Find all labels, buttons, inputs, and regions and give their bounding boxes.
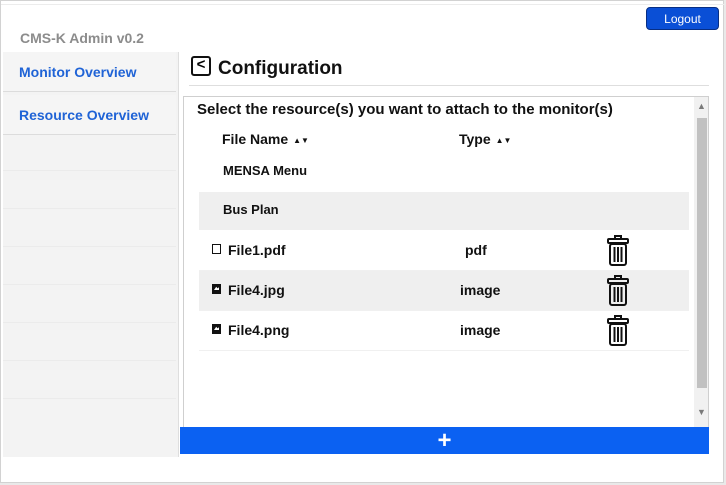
sidebar-divider <box>3 322 176 323</box>
title-divider <box>189 85 709 86</box>
trash-icon[interactable] <box>606 235 630 267</box>
scroll-up-icon[interactable]: ▲ <box>697 101 706 111</box>
image-icon <box>212 284 221 294</box>
scroll-thumb[interactable] <box>697 118 707 388</box>
sort-icon: ▲▼ <box>293 136 309 145</box>
file-name: File4.png <box>228 322 290 338</box>
folder-row[interactable]: Bus Plan <box>199 192 689 230</box>
app-window: CMS-K Admin v0.2 Logout Monitor Overview… <box>0 0 725 483</box>
document-icon <box>212 244 221 254</box>
file-type: image <box>460 282 501 298</box>
sidebar-item-resource-overview[interactable]: Resource Overview <box>3 95 176 135</box>
file-name: File4.jpg <box>228 282 285 298</box>
panel-heading: Select the resource(s) you want to attac… <box>197 101 613 118</box>
sidebar-divider <box>3 246 176 247</box>
logout-button[interactable]: Logout <box>646 7 719 30</box>
column-header-type[interactable]: Type ▲▼ <box>459 131 511 147</box>
sidebar-divider <box>3 360 176 361</box>
file-row[interactable]: File4.png image <box>199 311 689 351</box>
sidebar-item-monitor-overview[interactable]: Monitor Overview <box>3 52 176 92</box>
sidebar-divider <box>3 284 176 285</box>
app-title: CMS-K Admin v0.2 <box>20 30 144 46</box>
sidebar-divider <box>3 170 176 171</box>
trash-icon[interactable] <box>606 315 630 347</box>
file-name: File1.pdf <box>228 242 286 258</box>
folder-row[interactable]: MENSA Menu <box>199 153 689 191</box>
scroll-down-icon[interactable]: ▼ <box>697 407 706 417</box>
column-header-label: File Name <box>222 131 289 147</box>
sort-icon: ▲▼ <box>495 136 512 145</box>
folder-name: Bus Plan <box>223 202 279 217</box>
back-button[interactable]: < <box>191 56 211 76</box>
file-type: pdf <box>465 242 487 258</box>
file-type: image <box>460 322 501 338</box>
file-row[interactable]: File4.jpg image <box>199 271 689 311</box>
sidebar: Monitor Overview Resource Overview <box>3 52 179 457</box>
folder-name: MENSA Menu <box>223 163 308 178</box>
vertical-scrollbar[interactable]: ▲ ▼ <box>694 97 708 428</box>
sidebar-divider <box>3 398 176 399</box>
resource-panel: Select the resource(s) you want to attac… <box>183 96 709 429</box>
page-title: Configuration <box>218 58 343 79</box>
top-divider <box>1 4 725 5</box>
image-icon <box>212 324 221 334</box>
column-header-label: Type <box>459 131 491 147</box>
add-resource-button[interactable]: + <box>180 427 709 454</box>
trash-icon[interactable] <box>606 275 630 307</box>
sidebar-divider <box>3 208 176 209</box>
column-header-file-name[interactable]: File Name ▲▼ <box>222 131 309 147</box>
file-row[interactable]: File1.pdf pdf <box>199 231 689 271</box>
